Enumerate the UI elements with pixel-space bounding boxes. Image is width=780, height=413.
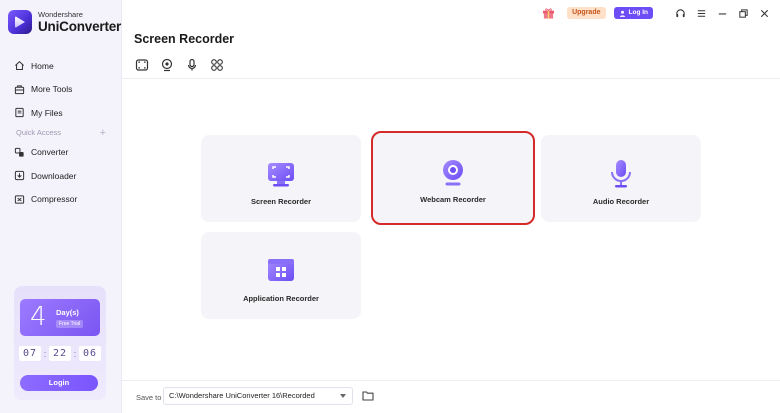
header-divider	[122, 78, 780, 79]
card-label: Webcam Recorder	[420, 195, 486, 204]
countdown-separator: :	[73, 348, 77, 359]
sidebar-item-downloader[interactable]: Downloader	[0, 164, 122, 188]
webcam-icon[interactable]	[160, 58, 174, 72]
sidebar-item-label: Home	[31, 60, 54, 71]
brand-company: Wondershare	[38, 10, 83, 19]
downloader-icon	[14, 171, 25, 181]
brand-text: Wondershare UniConverter	[38, 11, 121, 33]
screen-recorder-card[interactable]: Screen Recorder	[201, 135, 361, 222]
microphone-icon	[611, 160, 631, 188]
recorder-mode-toolbar	[135, 58, 235, 72]
home-icon	[15, 61, 24, 71]
countdown-seconds: 06	[78, 346, 101, 361]
user-icon	[619, 10, 625, 17]
sidebar-nav: Home More Tools My Files Quick Access + …	[0, 54, 122, 211]
webcam-icon	[443, 160, 463, 186]
card-label: Audio Recorder	[592, 197, 650, 206]
folder-icon[interactable]	[362, 390, 374, 401]
audio-recorder-card[interactable]: Audio Recorder	[541, 135, 701, 222]
menu-icon[interactable]	[696, 8, 707, 19]
sidebar-item-label: Compressor	[31, 194, 78, 205]
minimize-icon[interactable]	[717, 8, 728, 19]
brand[interactable]: Wondershare UniConverter	[8, 10, 121, 34]
trial-days-number: 4	[30, 302, 47, 332]
uniconverter-logo-icon	[8, 10, 32, 34]
save-to-label: Save to	[136, 393, 162, 402]
free-trial-badge: Free Trial	[56, 320, 84, 328]
save-path-select[interactable]: C:\Wondershare UniConverter 16\Recorded	[163, 387, 353, 405]
files-icon	[15, 108, 24, 118]
trial-days-label: Day(s)	[56, 308, 79, 317]
application-window-icon	[268, 259, 294, 281]
sidebar: Wondershare UniConverter Home More Tools…	[0, 0, 122, 413]
sidebar-item-label: Converter	[31, 147, 69, 158]
card-label: Screen Recorder	[250, 197, 312, 206]
sidebar-item-label: Downloader	[31, 170, 77, 181]
sidebar-item-converter[interactable]: Converter	[0, 141, 122, 165]
top-login-label: Log In	[628, 9, 649, 16]
sidebar-item-more-tools[interactable]: More Tools	[0, 78, 122, 102]
trial-countdown: 07 : 22 : 06	[19, 346, 101, 361]
page-title: Screen Recorder	[134, 32, 235, 46]
card-label: Application Recorder	[243, 294, 319, 303]
screen-recorder-icon	[268, 163, 294, 187]
restore-icon[interactable]	[738, 8, 749, 19]
microphone-icon[interactable]	[185, 58, 199, 72]
converter-icon	[14, 147, 24, 157]
sidebar-login-button[interactable]: Login	[20, 375, 98, 391]
app-grid-icon[interactable]	[210, 58, 224, 72]
gift-icon[interactable]	[542, 7, 555, 19]
trial-card: 4 Day(s) Free Trial 07 : 22 : 06 Login	[14, 286, 106, 400]
sidebar-item-compressor[interactable]: Compressor	[0, 188, 122, 212]
compressor-icon	[14, 195, 25, 204]
sidebar-item-my-files[interactable]: My Files	[0, 101, 122, 125]
brand-product: UniConverter	[38, 18, 122, 34]
sidebar-item-label: My Files	[31, 107, 63, 118]
headset-support-icon[interactable]	[675, 8, 686, 19]
add-quick-access-icon[interactable]: +	[100, 127, 106, 139]
upgrade-button[interactable]: Upgrade	[567, 7, 606, 19]
quick-access-label: Quick Access	[16, 128, 62, 137]
title-bar: Upgrade Log In	[542, 6, 770, 20]
save-path-value: C:\Wondershare UniConverter 16\Recorded	[169, 391, 315, 400]
trial-banner: 4 Day(s) Free Trial	[20, 299, 100, 336]
chevron-down-icon	[340, 394, 346, 398]
close-icon[interactable]	[759, 8, 770, 19]
countdown-minutes: 22	[48, 346, 71, 361]
application-recorder-card[interactable]: Application Recorder	[201, 232, 361, 319]
toolbox-icon	[14, 85, 25, 94]
screen-capture-icon[interactable]	[135, 58, 149, 72]
webcam-recorder-card[interactable]: Webcam Recorder	[371, 131, 535, 225]
quick-access-header: Quick Access +	[0, 125, 122, 141]
countdown-hours: 07	[19, 346, 41, 361]
sidebar-item-home[interactable]: Home	[0, 54, 122, 78]
countdown-separator: :	[43, 348, 47, 359]
sidebar-item-label: More Tools	[31, 84, 73, 95]
top-login-button[interactable]: Log In	[613, 7, 653, 19]
save-location-bar: Save to C:\Wondershare UniConverter 16\R…	[122, 380, 780, 413]
